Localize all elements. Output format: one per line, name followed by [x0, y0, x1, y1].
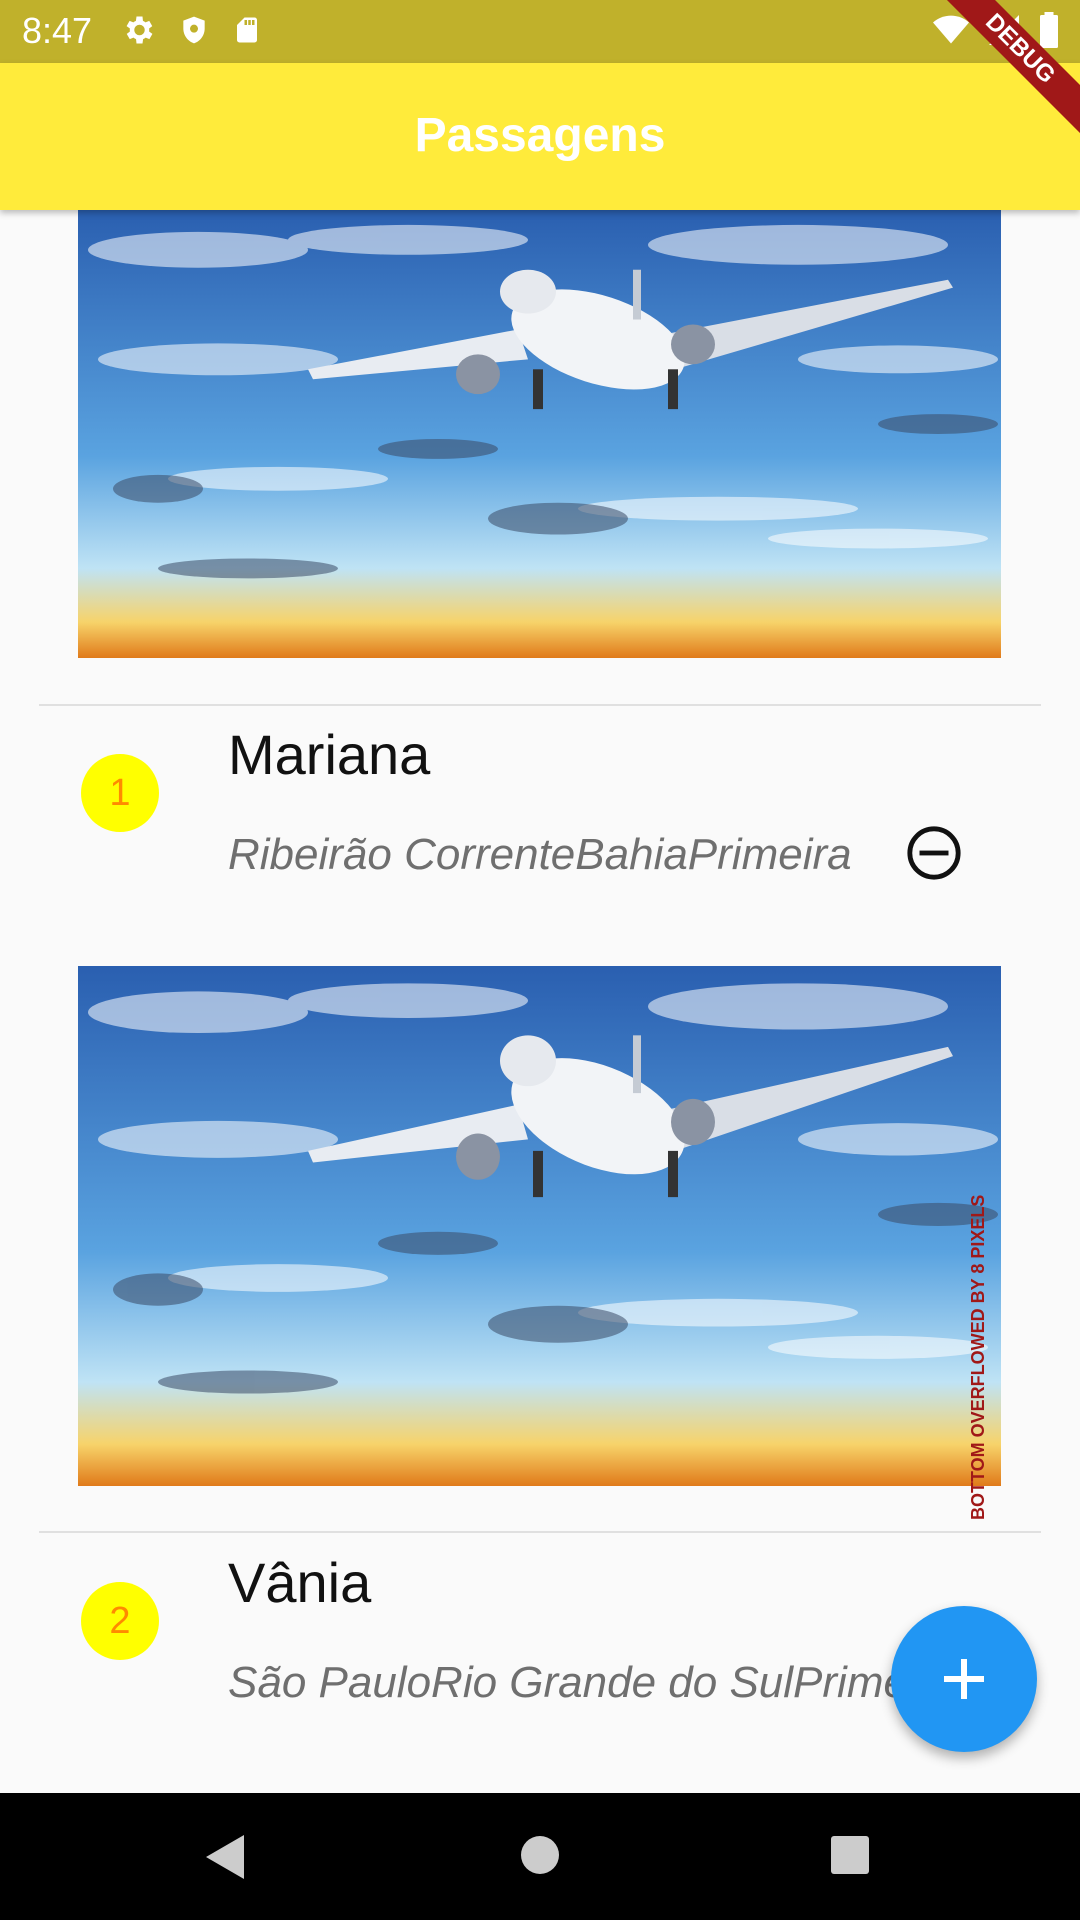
app-bar: Passagens — [0, 63, 1080, 210]
ticket-route: Ribeirão CorrenteBahiaPrimeira — [228, 830, 852, 879]
back-icon[interactable] — [204, 1833, 248, 1881]
status-time: 8:47 — [22, 10, 93, 51]
divider — [39, 1531, 1041, 1533]
overflow-warning: BOTTOM OVERFLOWED BY 8 PIXELS — [968, 1194, 988, 1520]
ticket-passenger-name: Mariana — [228, 723, 431, 786]
ticket-number-avatar: 1 — [81, 754, 159, 832]
plus-icon — [944, 1659, 984, 1699]
ticket-route: São PauloRio Grande do SulPrimeira — [228, 1658, 957, 1707]
divider — [39, 704, 1041, 706]
ticket-image — [78, 210, 1001, 658]
home-icon[interactable] — [520, 1835, 560, 1875]
page-title: Passagens — [414, 109, 666, 162]
remove-circle-icon[interactable] — [905, 824, 963, 882]
ticket-passenger-name: Vânia — [228, 1551, 372, 1614]
recents-icon[interactable] — [830, 1835, 870, 1875]
shield-icon — [183, 16, 205, 44]
ticket-list[interactable]: 1 Mariana Ribeirão CorrenteBahiaPrimeira… — [0, 210, 1080, 1793]
ticket-image — [78, 966, 1001, 1486]
sd-card-icon — [237, 17, 257, 43]
status-bar: 8:47 — [0, 0, 1080, 63]
gear-icon — [126, 16, 153, 44]
add-ticket-button[interactable] — [891, 1606, 1037, 1752]
ticket-number-avatar: 2 — [81, 1582, 159, 1660]
battery-icon — [1040, 12, 1058, 48]
navigation-bar — [0, 1793, 1080, 1920]
